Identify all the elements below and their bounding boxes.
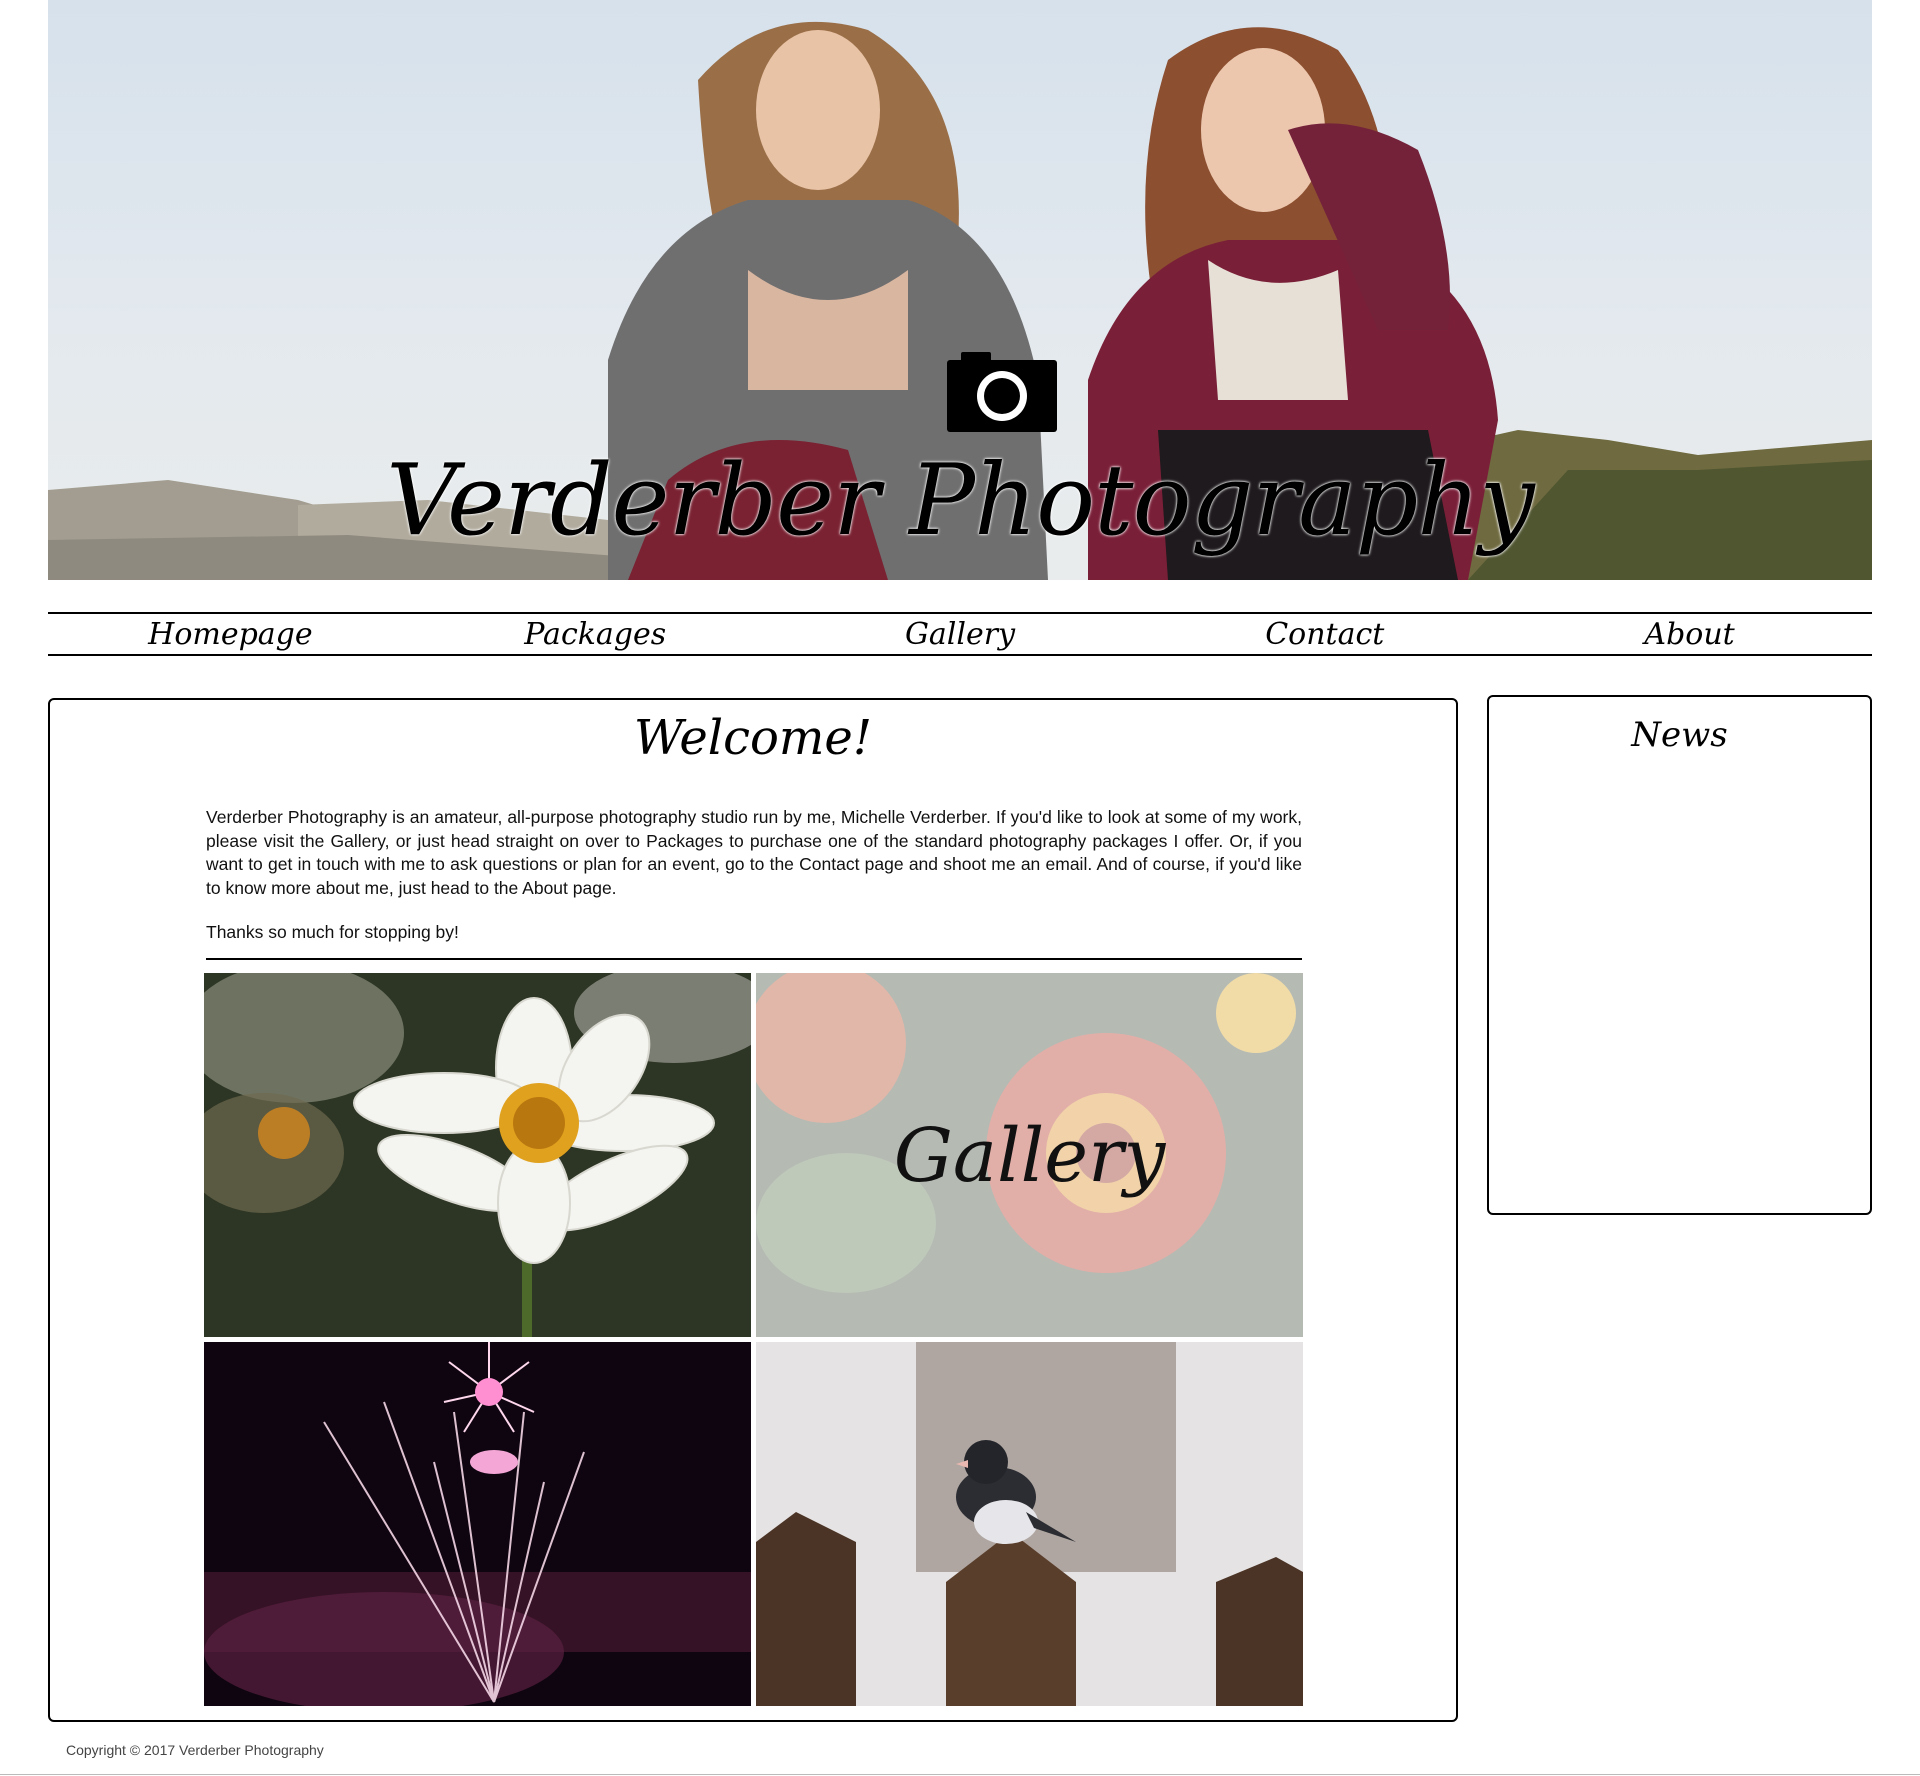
news-panel: News [1487, 695, 1872, 1215]
gallery-tile-marigold[interactable]: Gallery [756, 973, 1303, 1337]
news-title: News [1631, 715, 1728, 755]
page-bottom-rule [0, 1774, 1920, 1775]
gallery-tile-daisy[interactable] [204, 973, 751, 1337]
intro-paragraph: Verderber Photography is an amateur, all… [206, 807, 1302, 898]
thanks-text: Thanks so much for stopping by! [206, 922, 459, 942]
camera-icon [947, 352, 1057, 432]
junco-bird-on-fence-photo [756, 1342, 1303, 1706]
welcome-heading: Welcome! [633, 710, 873, 766]
gallery-tile-fireworks[interactable] [204, 1342, 751, 1706]
welcome-panel: Welcome! Verderber Photography is an ama… [48, 698, 1458, 1722]
main-nav: Homepage Packages Gallery Contact About [48, 612, 1872, 656]
nav-gallery[interactable]: Gallery [778, 614, 1143, 654]
gallery-overlay-label[interactable]: Gallery [756, 1113, 1303, 1199]
nav-about[interactable]: About [1507, 614, 1872, 654]
copyright-footer: Copyright © 2017 Verderber Photography [66, 1742, 324, 1758]
gallery-tile-bird[interactable] [756, 1342, 1303, 1706]
white-daisy-photo [204, 973, 751, 1337]
fireworks-photo [204, 1342, 751, 1706]
nav-contact[interactable]: Contact [1142, 614, 1507, 654]
divider [206, 958, 1302, 960]
nav-packages[interactable]: Packages [413, 614, 778, 654]
site-title: Verderber Photography [386, 444, 1535, 558]
nav-homepage[interactable]: Homepage [48, 614, 413, 654]
header-banner: Verderber Photography [48, 0, 1872, 580]
